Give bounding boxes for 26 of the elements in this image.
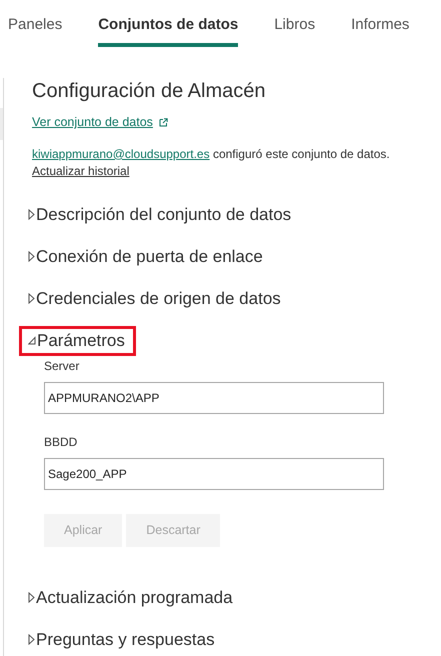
field-label: Server xyxy=(44,358,80,374)
section-header[interactable]: Preguntas y respuestas xyxy=(19,624,226,655)
expand-icon xyxy=(28,209,35,220)
section-header[interactable]: Parámetros xyxy=(19,326,136,356)
nav-tab[interactable]: Informes xyxy=(351,15,410,47)
view-dataset-link[interactable]: Ver conjunto de datos xyxy=(32,113,153,132)
collapse-icon xyxy=(28,336,36,346)
field-label: BBDD xyxy=(44,434,78,450)
expand-icon xyxy=(28,592,35,604)
nav-tab[interactable]: Conjuntos de datos xyxy=(98,15,238,47)
expand-icon xyxy=(28,251,35,262)
expand-icon xyxy=(28,634,35,646)
section-header[interactable]: Descripción del conjunto de datos xyxy=(19,200,302,230)
refresh-history-link[interactable]: Actualizar historial xyxy=(32,164,130,178)
email-link[interactable]: kiwiappmurano@cloudsupport.es xyxy=(32,146,210,161)
text-input[interactable]: Sage200_APP xyxy=(44,458,384,490)
configured-text: configuró este conjunto de datos. xyxy=(212,146,390,161)
expand-icon xyxy=(28,293,35,304)
section-header[interactable]: Conexión de puerta de enlace xyxy=(19,242,274,272)
section-header[interactable]: Actualización programada xyxy=(19,582,244,613)
nav-tab[interactable]: Paneles xyxy=(8,15,62,47)
text-input[interactable]: APPMURANO2\APP xyxy=(44,382,384,414)
external-link-icon xyxy=(158,118,168,127)
page-title: Configuración de Almacén xyxy=(32,79,266,104)
section-header[interactable]: Credenciales de origen de datos xyxy=(19,284,292,314)
nav-tab[interactable]: Libros xyxy=(274,15,316,47)
